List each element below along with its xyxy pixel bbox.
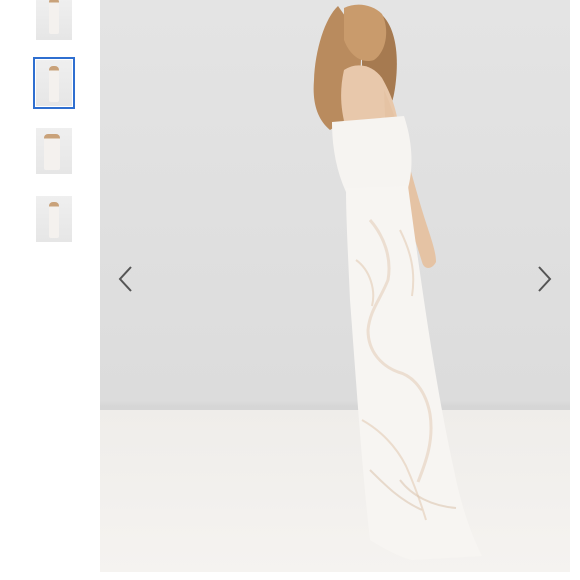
thumbnail-figure bbox=[49, 0, 59, 34]
thumbnail-4[interactable] bbox=[36, 196, 72, 242]
page-margin bbox=[570, 0, 580, 580]
chevron-right-icon bbox=[538, 266, 552, 292]
thumbnail-figure bbox=[49, 66, 59, 102]
thumbnail-1[interactable] bbox=[36, 0, 72, 40]
thumbnail-figure bbox=[49, 202, 59, 238]
main-product-image bbox=[100, 0, 570, 572]
thumbnail-figure bbox=[44, 134, 60, 170]
thumbnail-3[interactable] bbox=[36, 128, 72, 174]
previous-image-button[interactable] bbox=[112, 262, 140, 296]
next-image-button[interactable] bbox=[530, 262, 558, 296]
thumbnail-2[interactable] bbox=[33, 57, 75, 109]
model-photo bbox=[313, 4, 482, 560]
chevron-left-icon bbox=[118, 266, 132, 292]
